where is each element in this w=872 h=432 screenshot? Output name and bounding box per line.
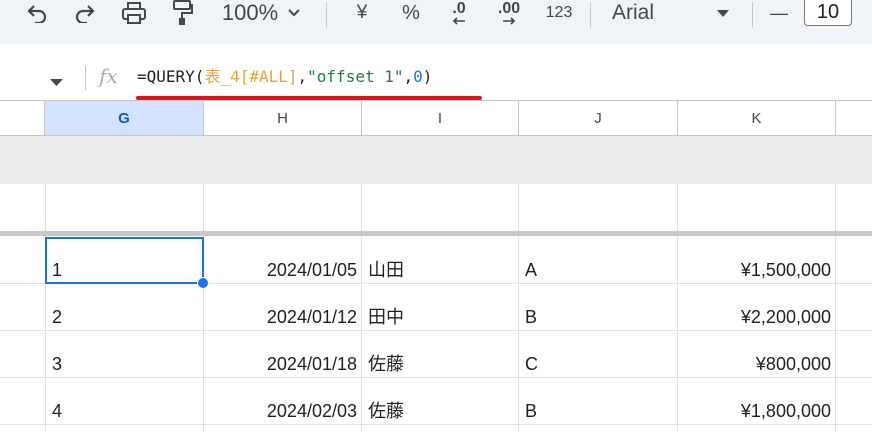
fx-icon: fx	[99, 64, 118, 88]
formula-headers-arg: 0	[413, 67, 423, 86]
grid-line	[45, 184, 46, 432]
column-header-i[interactable]: I	[362, 100, 519, 136]
decrease-decimal-button[interactable]: .0	[444, 0, 474, 26]
arrow-left-icon	[452, 17, 465, 25]
cell-j4[interactable]: B	[525, 400, 537, 422]
cell-j1[interactable]: A	[525, 259, 537, 281]
cell-i2[interactable]: 田中	[368, 306, 404, 328]
name-box-dropdown-icon[interactable]	[50, 73, 63, 91]
cell-h2[interactable]: 2024/01/12	[204, 306, 357, 328]
zoom-select[interactable]: 100%	[218, 0, 282, 26]
cell-g2[interactable]: 2	[52, 306, 62, 328]
cell-j3[interactable]: C	[525, 353, 538, 375]
cell-k4[interactable]: ¥1,800,000	[678, 400, 831, 422]
redo-icon[interactable]	[70, 0, 100, 26]
toolbar-divider	[590, 2, 591, 28]
font-family-dropdown-icon[interactable]	[714, 0, 732, 26]
cell-h3[interactable]: 2024/01/18	[204, 353, 357, 375]
undo-icon[interactable]	[22, 0, 52, 26]
column-header-j[interactable]: J	[519, 100, 678, 136]
hidden-rows-band	[0, 136, 872, 184]
formula-comma: ,	[297, 67, 308, 86]
formula-close-paren: )	[422, 67, 433, 86]
decrease-decimal-label: .0	[452, 0, 466, 17]
column-header-left-stub	[0, 100, 45, 136]
active-cell-selection[interactable]	[45, 237, 204, 284]
formula-query-string: "offset 1"	[307, 67, 404, 86]
formula-bar-divider	[85, 66, 86, 90]
column-header-k[interactable]: K	[678, 100, 836, 136]
print-icon[interactable]	[118, 0, 150, 26]
formula-function: =QUERY(	[137, 67, 205, 86]
cell-g4[interactable]: 4	[52, 400, 62, 422]
grid-line	[361, 184, 362, 432]
toolbar: 100% ¥ % .0 .00 123 Arial — 10	[0, 0, 872, 44]
column-header-h[interactable]: H	[204, 100, 362, 136]
cell-i4[interactable]: 佐藤	[368, 400, 404, 422]
cell-k3[interactable]: ¥800,000	[678, 353, 831, 375]
grid-line	[835, 184, 836, 432]
cell-k2[interactable]: ¥2,200,000	[678, 306, 831, 328]
cell-i3[interactable]: 佐藤	[368, 353, 404, 375]
chevron-down-icon[interactable]	[284, 0, 304, 26]
formula-bar	[0, 44, 872, 100]
fill-handle[interactable]	[197, 277, 209, 289]
cell-h4[interactable]: 2024/02/03	[204, 400, 357, 422]
increase-decimal-label: .00	[497, 0, 521, 17]
more-formats-button[interactable]: 123	[540, 0, 578, 26]
toolbar-divider	[752, 2, 753, 28]
column-header-next[interactable]	[836, 100, 872, 136]
grid-line	[518, 184, 519, 432]
cell-g3[interactable]: 3	[52, 353, 62, 375]
grid-line	[0, 377, 872, 378]
cell-h1[interactable]: 2024/01/05	[204, 259, 357, 281]
cell-i1[interactable]: 山田	[368, 259, 404, 281]
arrow-right-icon	[503, 17, 516, 25]
percent-format-button[interactable]: %	[398, 0, 424, 26]
paint-format-icon[interactable]	[168, 0, 196, 26]
cell-k1[interactable]: ¥1,500,000	[678, 259, 831, 281]
font-family-select[interactable]: Arial	[612, 0, 664, 26]
decrease-font-size-button[interactable]: —	[766, 0, 792, 26]
formula-input[interactable]: =QUERY(表_4[#ALL],"offset 1",0)	[137, 66, 432, 88]
formula-comma: ,	[403, 67, 414, 86]
grid-line	[0, 330, 872, 331]
increase-decimal-button[interactable]: .00	[492, 0, 526, 26]
toolbar-divider	[326, 2, 327, 28]
grid-line	[0, 424, 872, 425]
column-header-g[interactable]: G	[45, 100, 204, 136]
cell-j2[interactable]: B	[525, 306, 537, 328]
currency-format-button[interactable]: ¥	[350, 0, 374, 26]
frozen-row-divider[interactable]	[0, 231, 872, 236]
font-size-input[interactable]: 10	[804, 0, 852, 26]
formula-range-ref: 表_4[#ALL]	[204, 67, 298, 86]
